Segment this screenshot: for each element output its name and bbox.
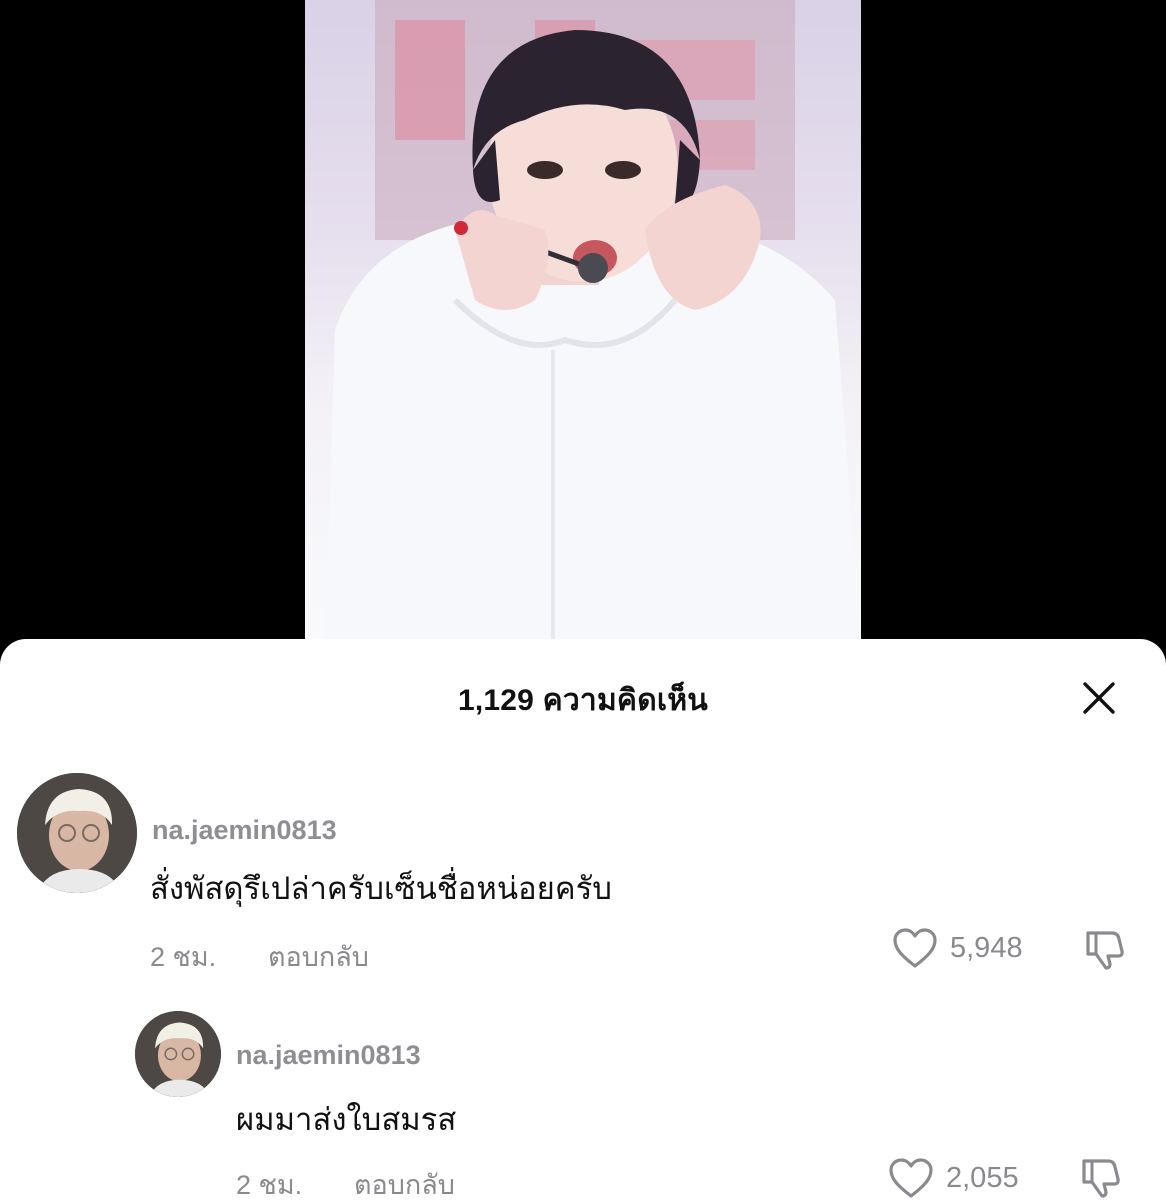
dislike-button[interactable] <box>1076 1153 1124 1200</box>
like-button[interactable]: 5,948 <box>892 927 1023 969</box>
comment-text: ผมมาส่งใบสมรส <box>236 1102 457 1137</box>
comment-time: 2 ชม. <box>150 942 217 972</box>
heart-icon <box>889 1158 933 1198</box>
comment-time: 2 ชม. <box>236 1170 303 1200</box>
heart-icon <box>893 928 937 968</box>
comment-username[interactable]: na.jaemin0813 <box>236 1040 421 1071</box>
like-count: 2,055 <box>946 1161 1019 1194</box>
comments-sheet: 1,129 ความคิดเห็น na.jaemin0813 สั่งพัสด… <box>0 639 1166 1200</box>
post-photo[interactable] <box>305 0 861 660</box>
thumbs-down-icon <box>1086 931 1124 970</box>
comment-username[interactable]: na.jaemin0813 <box>152 815 337 846</box>
comments-count-title: 1,129 ความคิดเห็น <box>457 684 709 717</box>
avatar-image <box>17 773 137 893</box>
reply-button[interactable]: ตอบกลับ <box>268 935 369 978</box>
screen: 1,129 ความคิดเห็น na.jaemin0813 สั่งพัสด… <box>0 0 1166 1200</box>
avatar[interactable] <box>17 773 137 893</box>
avatar[interactable] <box>135 1011 221 1097</box>
like-button[interactable]: 2,055 <box>888 1157 1019 1199</box>
like-count: 5,948 <box>950 931 1023 964</box>
thumbs-down-icon <box>1082 1159 1120 1198</box>
comment-text: สั่งพัสดุรึเปล่าครับเซ็นชื่อหน่อยครับ <box>150 871 612 906</box>
avatar-image <box>135 1011 221 1097</box>
close-button[interactable] <box>1076 675 1122 721</box>
performer-illustration <box>325 0 861 640</box>
close-icon <box>1083 682 1115 714</box>
dislike-button[interactable] <box>1080 925 1128 973</box>
reply-button[interactable]: ตอบกลับ <box>354 1163 455 1200</box>
